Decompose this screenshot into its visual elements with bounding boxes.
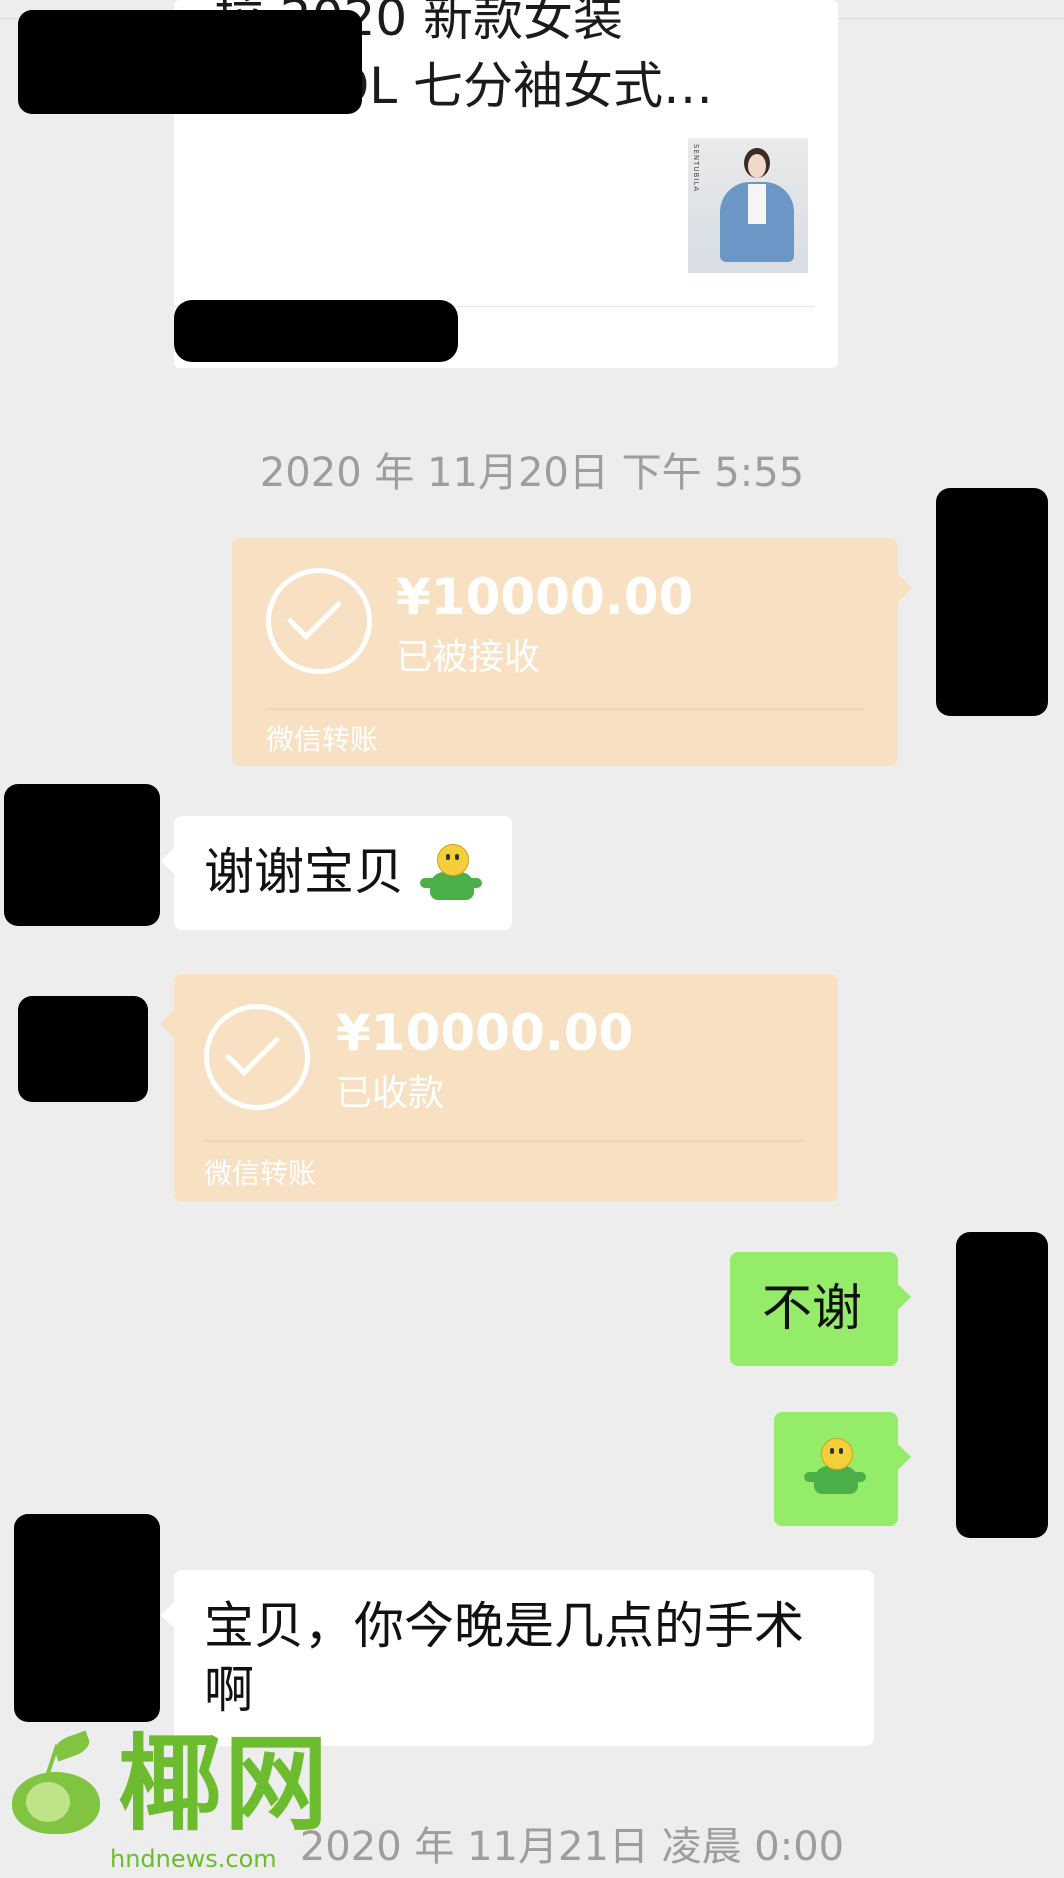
timestamp: 2020 年 11月20日 下午 5:55 — [259, 450, 805, 496]
message-bubble-incoming[interactable]: 谢谢宝贝 — [161, 816, 512, 930]
redaction-block — [174, 300, 458, 362]
green-figure-emoji-icon — [420, 844, 482, 906]
transfer-card-received[interactable]: ¥10000.00 已收款 微信转账 — [160, 974, 838, 1202]
bubble-tail — [161, 848, 174, 874]
message-bubble-incoming[interactable]: 宝贝，你今晚是几点的手术 啊 — [161, 1570, 874, 1746]
watermark-url: hndnews.com — [110, 1845, 277, 1873]
message-text-line2: 啊 — [204, 1661, 254, 1719]
transfer-status: 已被接收 — [396, 637, 541, 678]
coconut-logo-icon — [8, 1730, 100, 1836]
redaction-block — [18, 10, 362, 114]
avatar[interactable] — [936, 488, 1048, 716]
message-text: 谢谢宝贝 — [204, 843, 404, 901]
bubble-tail — [898, 1284, 911, 1310]
transfer-divider — [204, 1140, 804, 1142]
message-text-line1: 宝贝，你今晚是几点的手术 — [204, 1597, 804, 1655]
transfer-amount: ¥10000.00 — [336, 1004, 634, 1062]
bubble-tail — [898, 1444, 911, 1470]
transfer-amount: ¥10000.00 — [396, 568, 694, 626]
model-face — [748, 154, 766, 178]
transfer-label: 微信转账 — [204, 1157, 317, 1190]
transfer-status: 已收款 — [336, 1073, 445, 1114]
bubble-tail — [161, 1602, 174, 1628]
model-shirt — [748, 184, 766, 224]
avatar[interactable] — [18, 996, 148, 1102]
watermark-brand: 椰网 — [118, 1723, 331, 1845]
bubble-tail — [160, 1010, 174, 1038]
bubble-tail — [898, 574, 912, 602]
thumbnail-brand: SENTUBILA — [692, 144, 700, 193]
avatar[interactable] — [956, 1232, 1048, 1538]
check-circle-icon — [204, 1004, 310, 1110]
message-bubble-outgoing[interactable]: 不谢 — [730, 1252, 911, 1366]
transfer-divider — [266, 708, 864, 710]
message-bubble-outgoing[interactable] — [774, 1412, 911, 1526]
transfer-label: 微信转账 — [266, 723, 379, 756]
avatar[interactable] — [14, 1514, 160, 1722]
green-figure-emoji-icon — [804, 1438, 866, 1500]
transfer-card-sent[interactable]: ¥10000.00 已被接收 微信转账 — [232, 538, 912, 766]
product-thumbnail: SENTUBILA — [688, 138, 808, 273]
message-text: 不谢 — [762, 1279, 862, 1337]
check-circle-icon — [266, 568, 372, 674]
avatar[interactable] — [4, 784, 160, 926]
